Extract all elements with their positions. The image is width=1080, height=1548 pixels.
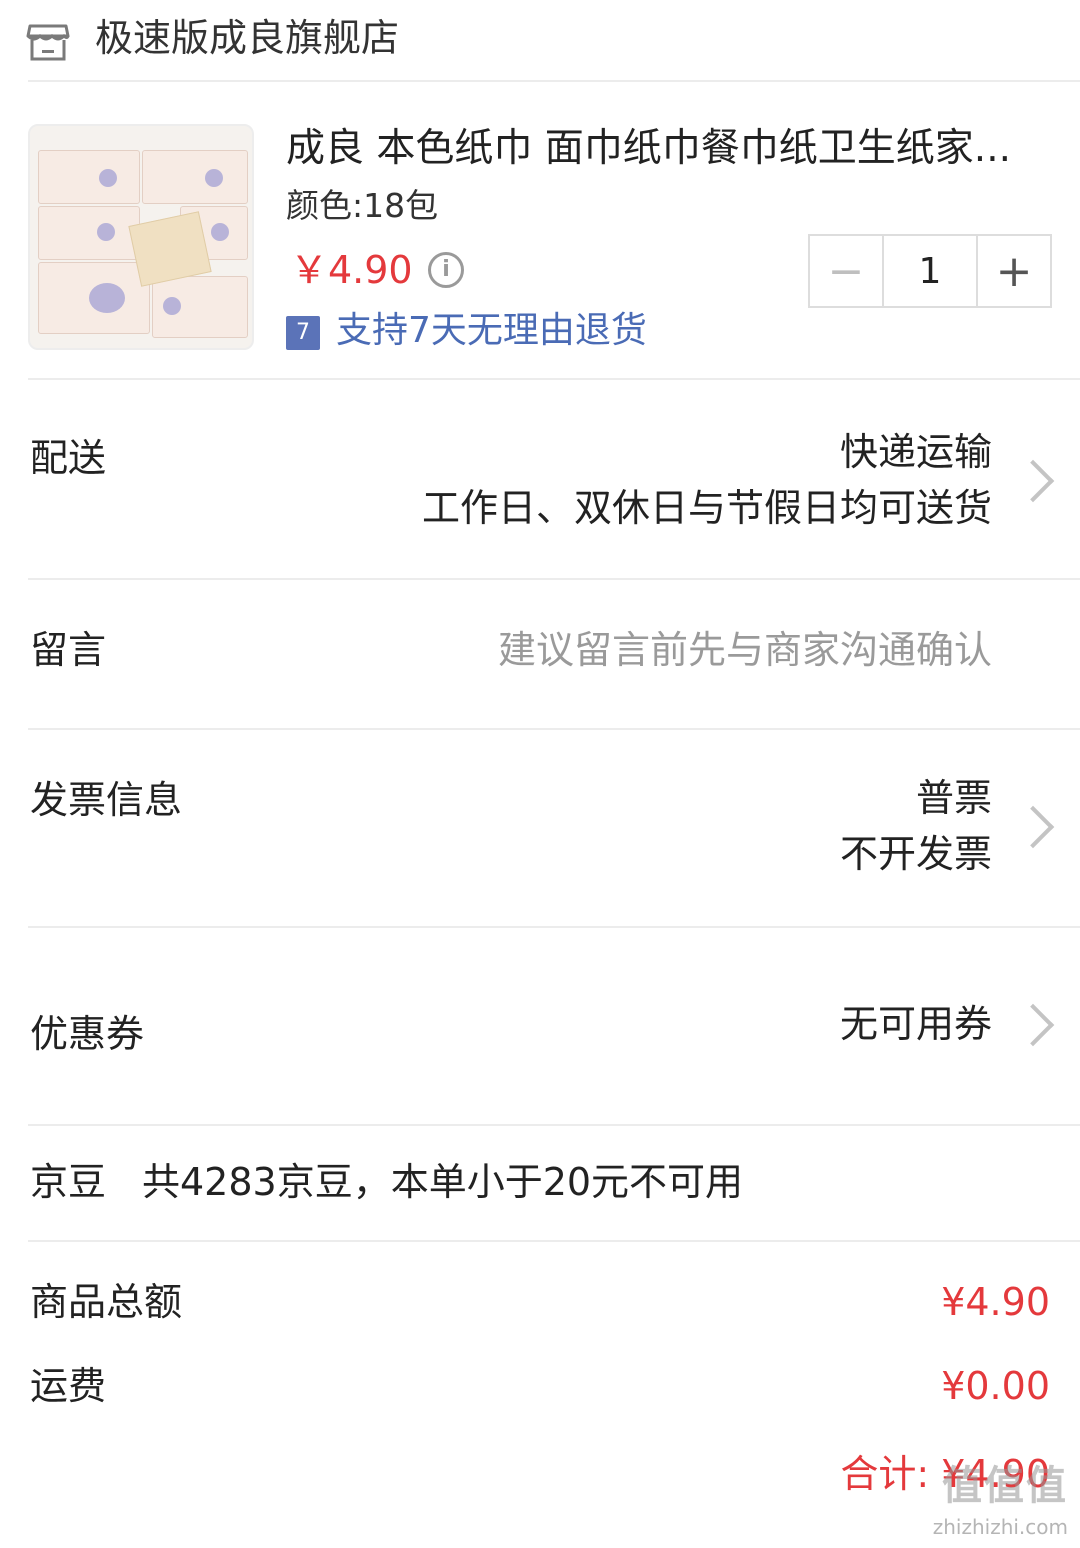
divider — [28, 728, 1080, 730]
delivery-method: 快递运输 — [839, 430, 992, 474]
shipping-value: ¥0.00 — [941, 1364, 1050, 1408]
store-icon — [26, 24, 70, 61]
product-title[interactable]: 成良 本色纸巾 面巾纸巾餐巾纸卫生纸家... — [286, 124, 1026, 174]
divider — [28, 1124, 1080, 1126]
invoice-label: 发票信息 — [30, 778, 183, 822]
message-input[interactable]: 建议留言前先与商家沟通确认 — [498, 626, 992, 674]
jingdou-info: 共4283京豆，本单小于20元不可用 — [142, 1160, 744, 1204]
product-price: ￥4.90 — [290, 248, 413, 292]
quantity-value[interactable]: 1 — [882, 236, 978, 306]
quantity-stepper: − 1 + — [808, 234, 1052, 308]
delivery-label: 配送 — [30, 436, 107, 480]
store-name[interactable]: 极速版成良旗舰店 — [95, 14, 399, 62]
increase-quantity-button[interactable]: + — [978, 236, 1050, 306]
product-thumbnail[interactable] — [28, 124, 254, 350]
chevron-right-icon — [1011, 805, 1055, 849]
chevron-right-icon — [1011, 459, 1055, 503]
watermark-logo: 值值值 — [942, 1463, 1068, 1509]
invoice-status: 不开发票 — [839, 832, 992, 876]
delivery-schedule: 工作日、双休日与节假日均可送货 — [421, 486, 992, 530]
divider — [28, 926, 1080, 928]
divider — [28, 578, 1080, 580]
jingdou-label: 京豆 — [30, 1160, 107, 1204]
invoice-type: 普票 — [915, 776, 992, 820]
divider — [28, 80, 1080, 82]
coupon-value: 无可用券 — [839, 1002, 992, 1046]
divider — [28, 378, 1080, 380]
coupon-label: 优惠券 — [30, 1012, 145, 1056]
watermark-site: zhizhizhi.com — [932, 1515, 1068, 1539]
decrease-quantity-button[interactable]: − — [810, 236, 882, 306]
message-label: 留言 — [30, 628, 107, 672]
product-spec: 颜色:18包 — [286, 186, 439, 225]
chevron-right-icon — [1011, 1003, 1055, 1047]
info-icon[interactable]: i — [428, 252, 464, 288]
shipping-label: 运费 — [30, 1364, 107, 1408]
return-policy-badge-icon: 7 — [286, 316, 320, 350]
divider — [28, 1240, 1080, 1242]
return-policy-text: 支持7天无理由退货 — [336, 310, 647, 351]
goods-total-label: 商品总额 — [30, 1280, 183, 1324]
goods-total-value: ¥4.90 — [941, 1280, 1050, 1324]
